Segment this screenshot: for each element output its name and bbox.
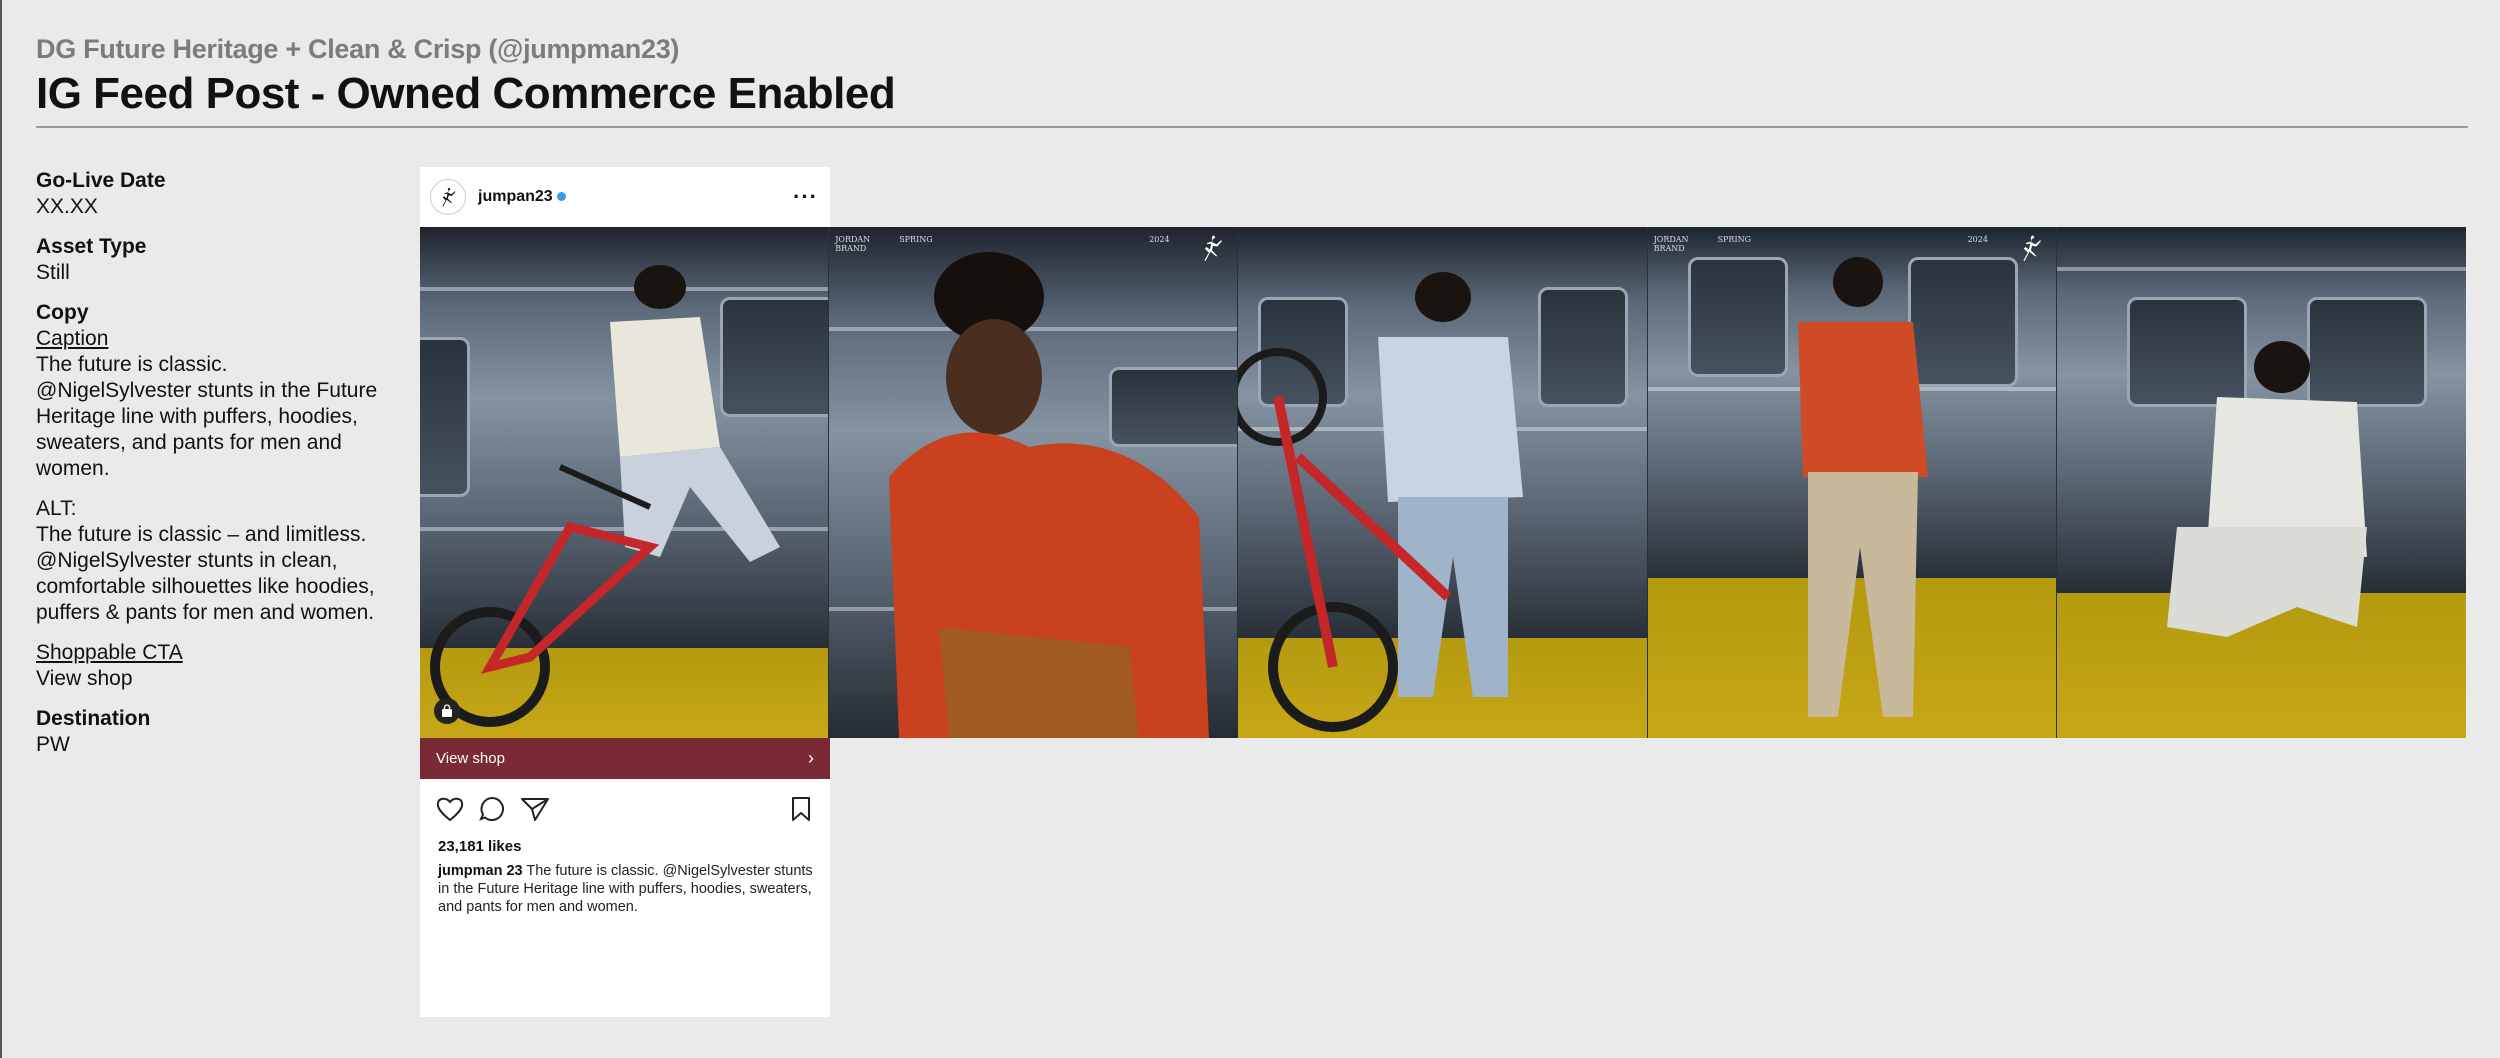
verified-badge-icon <box>556 192 566 202</box>
copy-label: Copy <box>36 301 89 324</box>
view-shop-button[interactable]: View shop › <box>420 738 830 779</box>
carousel-strip[interactable]: JORDAN BRAND SPRING 2024 JORDAN BRAND SP… <box>420 227 2466 738</box>
carousel-image-1 <box>420 227 830 738</box>
spec-sheet: Go-Live Date XX.XX Asset Type Still Copy… <box>36 168 386 772</box>
jumpman-logo-icon <box>442 187 456 207</box>
shoppable-cta-label: Shoppable CTA <box>36 641 183 664</box>
post-handle[interactable]: jumpan23 <box>478 188 566 206</box>
cta-block: Shoppable CTA View shop <box>36 640 386 692</box>
comment-icon[interactable] <box>478 796 506 822</box>
asset-type-value: Still <box>36 261 70 284</box>
view-shop-label: View shop <box>436 750 505 767</box>
destination-label: Destination <box>36 707 151 730</box>
carousel-image-5 <box>2056 227 2466 738</box>
shopping-bag-icon[interactable] <box>434 698 460 724</box>
asset-type-label: Asset Type <box>36 235 147 258</box>
more-options-icon[interactable]: ··· <box>793 186 818 208</box>
asset-type-block: Asset Type Still <box>36 234 386 286</box>
shoppable-cta-value: View shop <box>36 667 133 690</box>
post-caption: jumpman 23 The future is classic. @Nigel… <box>438 862 818 916</box>
post-handle-text: jumpan23 <box>478 188 553 205</box>
destination-block: Destination PW <box>36 706 386 758</box>
caption-text: The future is classic. @NigelSylvester s… <box>36 353 378 480</box>
alt-block: ALT: The future is classic – and limitle… <box>36 496 386 626</box>
avatar[interactable] <box>430 179 466 215</box>
post-header: jumpan23 ··· <box>420 167 830 227</box>
carousel-image-3 <box>1238 227 1648 738</box>
carousel-image-2: JORDAN BRAND SPRING 2024 <box>829 227 1239 738</box>
go-live-block: Go-Live Date XX.XX <box>36 168 386 220</box>
share-icon[interactable] <box>520 796 550 822</box>
likes-count: 23,181 likes <box>438 838 522 855</box>
heart-icon[interactable] <box>436 796 464 822</box>
header-divider <box>36 126 2468 128</box>
caption-label: Caption <box>36 327 109 350</box>
bookmark-icon[interactable] <box>790 796 812 822</box>
page-subtitle: DG Future Heritage + Clean & Crisp (@jum… <box>36 34 680 64</box>
page-title: IG Feed Post - Owned Commerce Enabled <box>36 69 896 118</box>
alt-label: ALT: <box>36 497 77 520</box>
destination-value: PW <box>36 733 70 756</box>
post-actions <box>436 796 816 824</box>
chevron-right-icon: › <box>808 748 814 768</box>
go-live-value: XX.XX <box>36 195 98 218</box>
copy-block: Copy Caption The future is classic. @Nig… <box>36 300 386 482</box>
caption-username[interactable]: jumpman 23 <box>438 863 523 879</box>
page-header: DG Future Heritage + Clean & Crisp (@jum… <box>36 34 2468 119</box>
alt-text: The future is classic – and limitless. @… <box>36 523 375 624</box>
carousel-image-4: JORDAN BRAND SPRING 2024 <box>1647 227 2057 738</box>
go-live-label: Go-Live Date <box>36 169 166 192</box>
